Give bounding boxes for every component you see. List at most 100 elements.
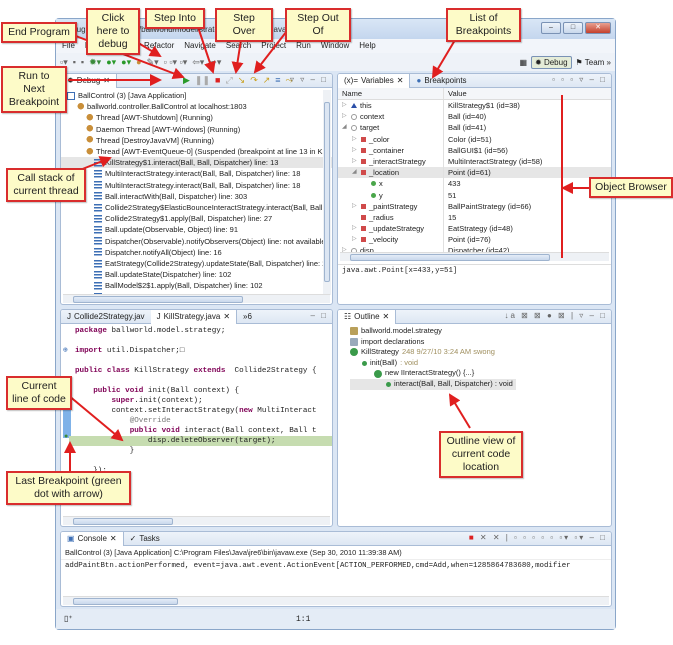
stack-frame-item[interactable]: BallModel$2$1.apply(Ball, Dispatcher) li… xyxy=(61,280,332,291)
expand-toggle-icon[interactable]: ▷ xyxy=(352,156,358,167)
variable-row[interactable]: ▷ _container BallGUI$1 (id=56) xyxy=(338,144,611,156)
variable-row[interactable]: _radius 15 xyxy=(338,211,611,224)
menu-search[interactable]: Search xyxy=(226,41,251,51)
variable-row[interactable]: ◢ target Ball (id=41) xyxy=(338,122,611,134)
expand-toggle-icon[interactable]: ◢ xyxy=(342,122,348,133)
tab-overflow[interactable]: »6 xyxy=(237,310,258,324)
fold-icon[interactable]: ⊕ xyxy=(63,346,68,356)
variable-row[interactable]: ▷ _paintStrategy BallPaintStrategy (id=66) xyxy=(338,200,611,212)
stack-frame-item[interactable]: MultiInteractStrategy.interact(Ball, Bal… xyxy=(61,180,332,191)
resume-button[interactable]: ▶ xyxy=(183,75,190,86)
outline-item[interactable]: import declarations xyxy=(350,337,611,348)
save-icon[interactable]: ▪ xyxy=(73,57,76,67)
print-icon[interactable]: ▪ xyxy=(81,57,84,67)
outline-item[interactable]: init(Ball) : void xyxy=(350,358,611,369)
step-over-button[interactable]: ↷ xyxy=(250,75,258,86)
variable-row[interactable]: ▷ _color Color (id=51) xyxy=(338,133,611,145)
console-hscroll[interactable] xyxy=(63,596,609,605)
expand-toggle-icon[interactable]: ▷ xyxy=(352,234,358,245)
variables-hscroll[interactable] xyxy=(340,252,609,261)
new-class-icon[interactable]: ● xyxy=(136,57,141,67)
variable-row[interactable]: ▷ _velocity Point (id=76) xyxy=(338,234,611,246)
debug-tree-item[interactable]: ballworld.controller.BallControl at loca… xyxy=(61,101,332,112)
stack-frame-item[interactable]: Ball.updateState(Dispatcher) line: 102 xyxy=(61,269,332,280)
debug-tree-item[interactable]: BallControl (3) [Java Application] xyxy=(61,90,332,101)
debug-tree-item[interactable]: Thread [AWT-EventQueue-0] (Suspended (br… xyxy=(61,146,332,157)
drop-to-frame-button[interactable]: ≡ xyxy=(275,75,280,86)
variable-row[interactable]: y 51 xyxy=(338,189,611,201)
console-output[interactable]: addPaintBtn.actionPerformed, event=java.… xyxy=(61,560,611,572)
stack-frame-item[interactable]: MultiInteractStrategy.interact(Ball, Bal… xyxy=(61,168,332,179)
tab-variables[interactable]: (x)= Variables ✕ xyxy=(338,74,411,88)
view-menu-icon[interactable]: ▿ ▿ – □ xyxy=(290,75,328,84)
view-menu-icon[interactable]: – □ xyxy=(310,311,328,320)
outline-item[interactable]: KillStrategy 248 9/27/10 3:24 AM swong xyxy=(350,347,611,358)
open-perspective-icon[interactable]: ▦ xyxy=(519,58,527,67)
stack-frame-item[interactable]: Dispatcher(Observable).notifyObservers(O… xyxy=(61,236,332,247)
step-return-button[interactable]: ↗ xyxy=(263,75,271,86)
debug-vscroll[interactable] xyxy=(323,90,331,295)
variable-row[interactable]: ▷ _interactStrategy MultiInteractStrategy … xyxy=(338,155,611,168)
outline-toolbar[interactable]: ↓a ⊠ ⊠ ● ⊠ | ▿ – □ xyxy=(504,311,607,320)
close-button[interactable]: ✕ xyxy=(585,22,611,34)
stack-frame-item[interactable]: Ball.update(Observable, Object) line: 91 xyxy=(61,224,332,235)
view-menu-icon[interactable]: ▫ ▫ ▫ ▿ – □ xyxy=(552,75,607,84)
tab-collide2strategy[interactable]: J Collide2Strategy.jav xyxy=(61,310,151,324)
external-tools-icon[interactable]: ●▾ xyxy=(121,57,131,68)
stack-frame-item[interactable]: KillStrategy$1.interact(Ball, Ball, Disp… xyxy=(61,157,332,169)
stack-frame-item[interactable]: Collide2Strategy$ElasticBounceInteractSt… xyxy=(61,202,332,213)
expand-toggle-icon[interactable]: ▷ xyxy=(352,201,358,212)
outline-item[interactable]: interact(Ball, Ball, Dispatcher) : void xyxy=(350,378,516,390)
expand-toggle-icon[interactable]: ◢ xyxy=(352,167,358,178)
menu-run[interactable]: Run xyxy=(296,41,311,51)
variable-detail-pane[interactable]: java.awt.Point[x=433,y=51] xyxy=(338,264,611,294)
menu-refactor[interactable]: Refactor xyxy=(144,41,174,51)
editor-hscroll[interactable] xyxy=(63,516,330,525)
variable-row[interactable]: ◢ _location Point (id=61) xyxy=(338,167,611,179)
tab-breakpoints[interactable]: ● Breakpoints xyxy=(410,74,472,88)
tab-console[interactable]: ▣ Console ✕ xyxy=(61,532,124,546)
maximize-button[interactable]: □ xyxy=(563,22,583,34)
forward-icon[interactable]: ⇨▾ xyxy=(209,57,221,68)
stack-frame-item[interactable]: Dispatcher.notifyAll(Object) line: 16 xyxy=(61,247,332,258)
tab-tasks[interactable]: ✓ Tasks xyxy=(124,532,166,546)
menu-window[interactable]: Window xyxy=(321,41,349,51)
stack-frame-item[interactable]: Ball.interactWith(Ball, Dispatcher) line… xyxy=(61,191,332,202)
menu-help[interactable]: Help xyxy=(359,41,375,51)
variable-row[interactable]: ▷ context Ball (id=40) xyxy=(338,111,611,123)
fast-view-icon[interactable]: ▯⁺ xyxy=(64,614,73,623)
expand-toggle-icon[interactable]: ▷ xyxy=(352,145,358,156)
debug-perspective-button[interactable]: ✹ Debug xyxy=(531,56,572,69)
code-editor[interactable]: package ballworld.model.strategy; ⊕ impor… xyxy=(61,324,332,476)
expand-toggle-icon[interactable]: ▷ xyxy=(352,134,358,145)
console-toolbar[interactable]: ■ ✕ ✕ | ▫ ▫ ▫ ▫ ▫ ▫▾ ▫▾ – □ xyxy=(469,533,607,542)
search-icon[interactable]: ✎▾ xyxy=(147,57,159,68)
variable-row[interactable]: ▷ _updateStrategy EatStrategy (id=48) xyxy=(338,223,611,235)
stack-frame-item[interactable]: EatStrategy(Collide2Strategy).updateStat… xyxy=(61,258,332,269)
stack-frame-item[interactable]: Dispatcher(Observable).notifyObservers(O… xyxy=(61,303,332,305)
debug-tree-item[interactable]: Thread [AWT-Shutdown] (Running) xyxy=(61,112,332,123)
stack-frame-item[interactable]: Collide2Strategy$1.apply(Ball, Dispatche… xyxy=(61,213,332,224)
outline-item[interactable]: new IInteractStrategy() {...} xyxy=(350,368,611,379)
outline-item[interactable]: ballworld.model.strategy xyxy=(350,326,611,337)
annotation-nav-icon[interactable]: ▫ ▫▾ ▫▾ xyxy=(164,57,188,68)
menu-navigate[interactable]: Navigate xyxy=(184,41,216,51)
minimize-button[interactable]: – xyxy=(541,22,561,34)
variable-row[interactable]: x 433 xyxy=(338,178,611,190)
expand-toggle-icon[interactable]: ▷ xyxy=(352,223,358,234)
expand-toggle-icon[interactable]: ▷ xyxy=(342,111,348,122)
tab-killstrategy[interactable]: J KillStrategy.java ✕ xyxy=(150,310,238,324)
back-icon[interactable]: ⇦▾ xyxy=(192,57,204,68)
terminate-button[interactable]: ■ xyxy=(215,75,220,86)
debug-tree-item[interactable]: Thread [DestroyJavaVM] (Running) xyxy=(61,135,332,146)
run-icon[interactable]: ●▾ xyxy=(106,57,116,68)
tab-outline[interactable]: ☷ Outline ✕ xyxy=(338,310,397,324)
menu-project[interactable]: Project xyxy=(261,41,286,51)
debug-hscroll[interactable] xyxy=(63,294,330,303)
tab-debug[interactable]: ✹ Debug ✕ xyxy=(61,74,117,88)
expand-toggle-icon[interactable]: ▷ xyxy=(342,100,348,111)
team-perspective-button[interactable]: ⚑ Team » xyxy=(576,58,611,67)
debug-tree-item[interactable]: Daemon Thread [AWT-Windows] (Running) xyxy=(61,124,332,135)
suspend-button[interactable]: ❚❚ xyxy=(195,75,210,86)
variable-row[interactable]: ▷ this KillStrategy$1 (id=38) xyxy=(338,100,611,112)
